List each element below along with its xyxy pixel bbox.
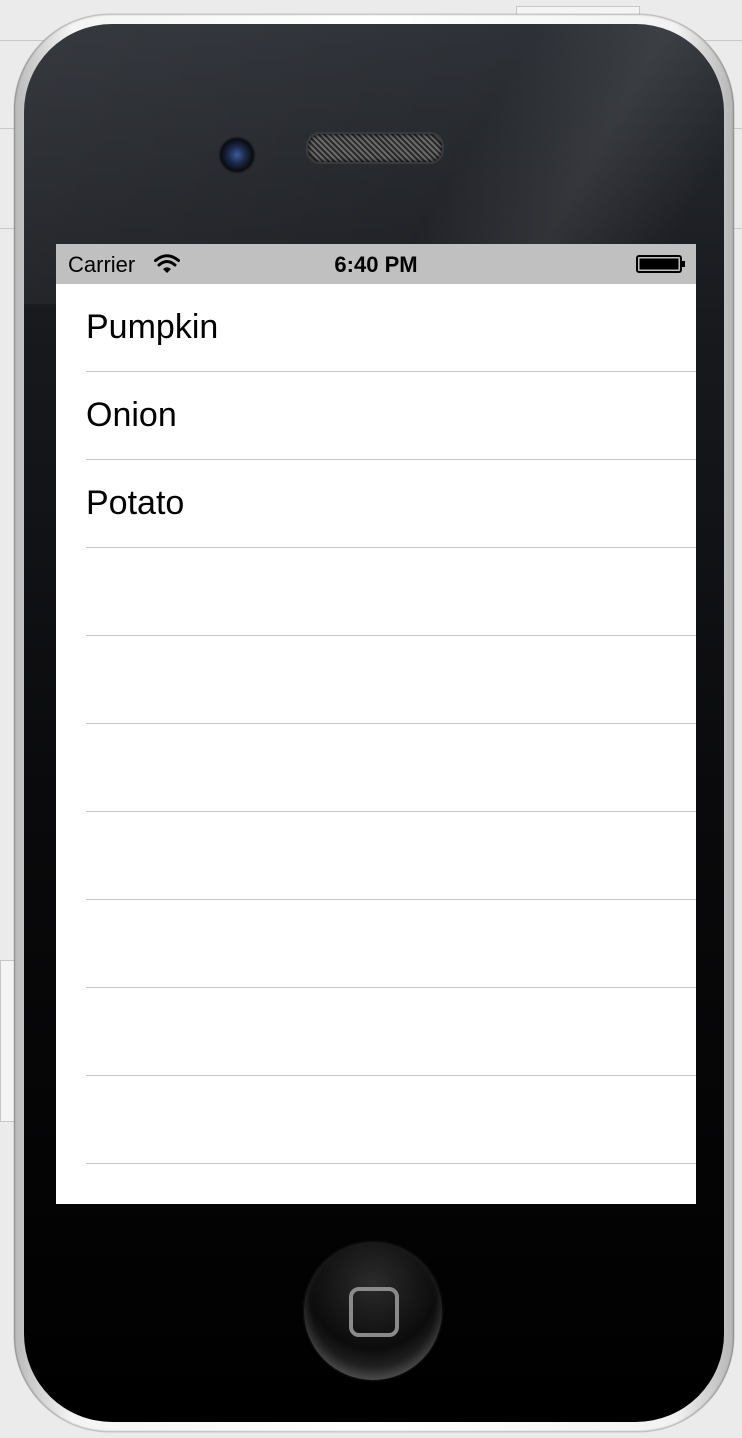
table-row[interactable] — [56, 812, 696, 900]
home-button[interactable] — [304, 1242, 442, 1380]
simulator-stage: Carrier 6:40 PM Pumpkin Onion Potato — [0, 0, 742, 1438]
iphone-simulator-frame: Carrier 6:40 PM Pumpkin Onion Potato — [14, 14, 734, 1432]
status-bar: Carrier 6:40 PM — [56, 244, 696, 284]
table-row[interactable] — [56, 988, 696, 1076]
table-row-label: Onion — [86, 396, 177, 434]
table-row[interactable]: Potato — [56, 460, 696, 548]
phone-body: Carrier 6:40 PM Pumpkin Onion Potato — [24, 24, 724, 1422]
home-square-icon — [349, 1287, 399, 1337]
table-row[interactable]: Pumpkin — [56, 284, 696, 372]
earpiece-speaker — [306, 132, 444, 164]
table-row[interactable] — [56, 636, 696, 724]
table-row[interactable] — [56, 1076, 696, 1164]
table-row-label: Potato — [86, 484, 185, 522]
table-row[interactable]: Onion — [56, 372, 696, 460]
status-time: 6:40 PM — [334, 252, 418, 277]
table-row[interactable] — [56, 548, 696, 636]
device-screen[interactable]: Carrier 6:40 PM Pumpkin Onion Potato — [56, 244, 696, 1204]
vegetable-table[interactable]: Pumpkin Onion Potato — [56, 284, 696, 1204]
table-row[interactable] — [56, 900, 696, 988]
table-row-label: Pumpkin — [86, 308, 219, 346]
battery-icon — [636, 255, 685, 273]
front-camera — [220, 138, 254, 172]
table-row[interactable] — [56, 724, 696, 812]
